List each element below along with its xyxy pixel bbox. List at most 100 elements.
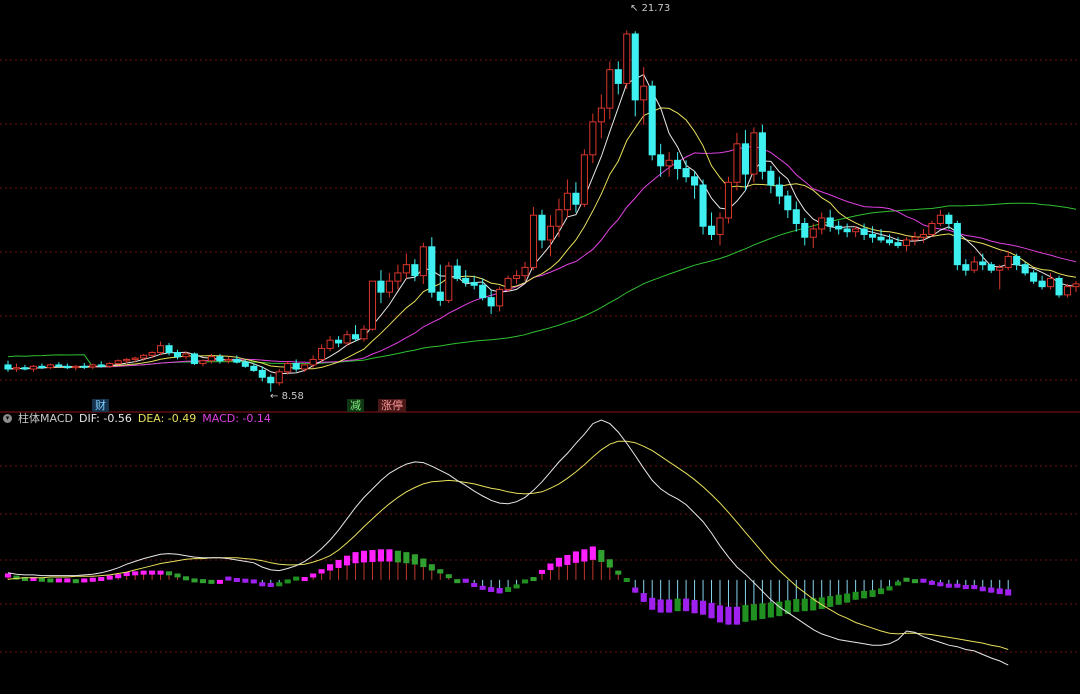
candle-body [453, 265, 461, 279]
candle-body [724, 181, 733, 219]
candle-body [1013, 255, 1021, 266]
candle-body [326, 339, 334, 349]
price-low-value: 8.58 [281, 391, 304, 402]
macd-indicator-name[interactable]: 柱体MACD [18, 410, 73, 426]
candle-body [504, 277, 512, 290]
macd-bar [581, 549, 588, 562]
candle-body [513, 275, 521, 279]
candle-body [301, 364, 309, 370]
macd-bar [242, 578, 249, 583]
macd-bar [589, 546, 596, 560]
macd-bar [411, 554, 418, 565]
candle-body [945, 214, 953, 224]
candle-body [72, 365, 80, 369]
macd-bar [462, 578, 469, 583]
macd-bar [428, 564, 435, 571]
macd-bar [81, 578, 88, 583]
macd-bar [471, 582, 478, 587]
candle-body [860, 228, 868, 235]
macd-bar [606, 559, 613, 568]
macd-bar [767, 602, 774, 618]
candle-body [335, 339, 343, 344]
macd-bar [394, 550, 401, 563]
candle-body [1038, 280, 1046, 288]
macd-bar [971, 585, 978, 590]
candle-body [402, 264, 410, 274]
candle-body [979, 261, 987, 266]
candle-body [360, 328, 368, 340]
dea-value: DEA: -0.49 [137, 411, 197, 425]
macd-bar [623, 578, 630, 582]
macd-bar [716, 605, 724, 623]
candle-body [640, 85, 648, 101]
candle-body [987, 264, 995, 271]
indicator-menu-icon[interactable]: ▾ [3, 413, 12, 423]
candle-body [275, 371, 283, 384]
macd-bar [674, 598, 681, 612]
macd-bar [657, 599, 664, 613]
candle-body [343, 334, 351, 344]
candle-body [919, 233, 927, 238]
candle-body [631, 33, 639, 101]
candle-body [716, 217, 724, 235]
macd-bar [928, 580, 935, 585]
stock-chart[interactable] [0, 0, 1080, 694]
macd-bar [911, 579, 919, 584]
macd-bar [216, 579, 223, 584]
macd-bar [827, 596, 834, 607]
candle-body [885, 239, 894, 244]
macd-bar [284, 579, 291, 584]
candle-body [894, 242, 902, 246]
macd-bar [852, 591, 859, 600]
candle-body [970, 261, 978, 271]
candle-body [224, 358, 232, 362]
candle-body [869, 233, 877, 238]
candle-body [123, 358, 131, 362]
macd-bar [742, 605, 749, 622]
macd-bar [632, 587, 639, 593]
candle-body [131, 357, 139, 360]
candle-body [597, 107, 605, 123]
macd-bar [793, 599, 800, 612]
macd-bar [343, 555, 351, 566]
macd-bar [360, 550, 368, 563]
candle-body [563, 192, 571, 211]
macd-bar [293, 576, 300, 581]
price-high-value: 21.73 [641, 3, 671, 14]
macd-bar [894, 581, 902, 586]
candle-body [250, 365, 258, 371]
macd-bar [496, 587, 503, 594]
candle-body [267, 376, 275, 384]
macd-bar [259, 582, 266, 587]
macd-bar [369, 550, 376, 562]
macd-bar [877, 588, 885, 595]
macd-bar [699, 600, 707, 615]
macd-bar [157, 570, 164, 575]
macd-bar [174, 573, 181, 578]
macd-bar [683, 598, 690, 612]
macd-bar [530, 577, 537, 582]
candle-body [419, 246, 427, 277]
macd-bar [199, 579, 207, 584]
candle-body [758, 132, 766, 172]
candle-body [529, 214, 538, 268]
candle-body [351, 334, 360, 340]
dif-value: DIF: -0.56 [78, 411, 132, 425]
event-tag-reduce[interactable]: 减 [347, 399, 364, 412]
candle-body [394, 272, 402, 282]
dea-line [7, 440, 1009, 650]
macd-bar [479, 585, 486, 590]
candle-body [580, 154, 588, 205]
candle-body [470, 282, 478, 286]
candle-body [241, 361, 249, 367]
candle-body [1055, 277, 1063, 296]
candle-body [801, 222, 809, 238]
candle-body [411, 264, 419, 277]
candle-body [97, 364, 105, 367]
candle-body [80, 365, 88, 368]
candle-body [589, 121, 597, 156]
event-tag-limit-up[interactable]: 涨停 [378, 399, 406, 412]
macd-bar [801, 598, 808, 612]
candle-body [233, 358, 241, 363]
macd-bar [420, 558, 427, 568]
